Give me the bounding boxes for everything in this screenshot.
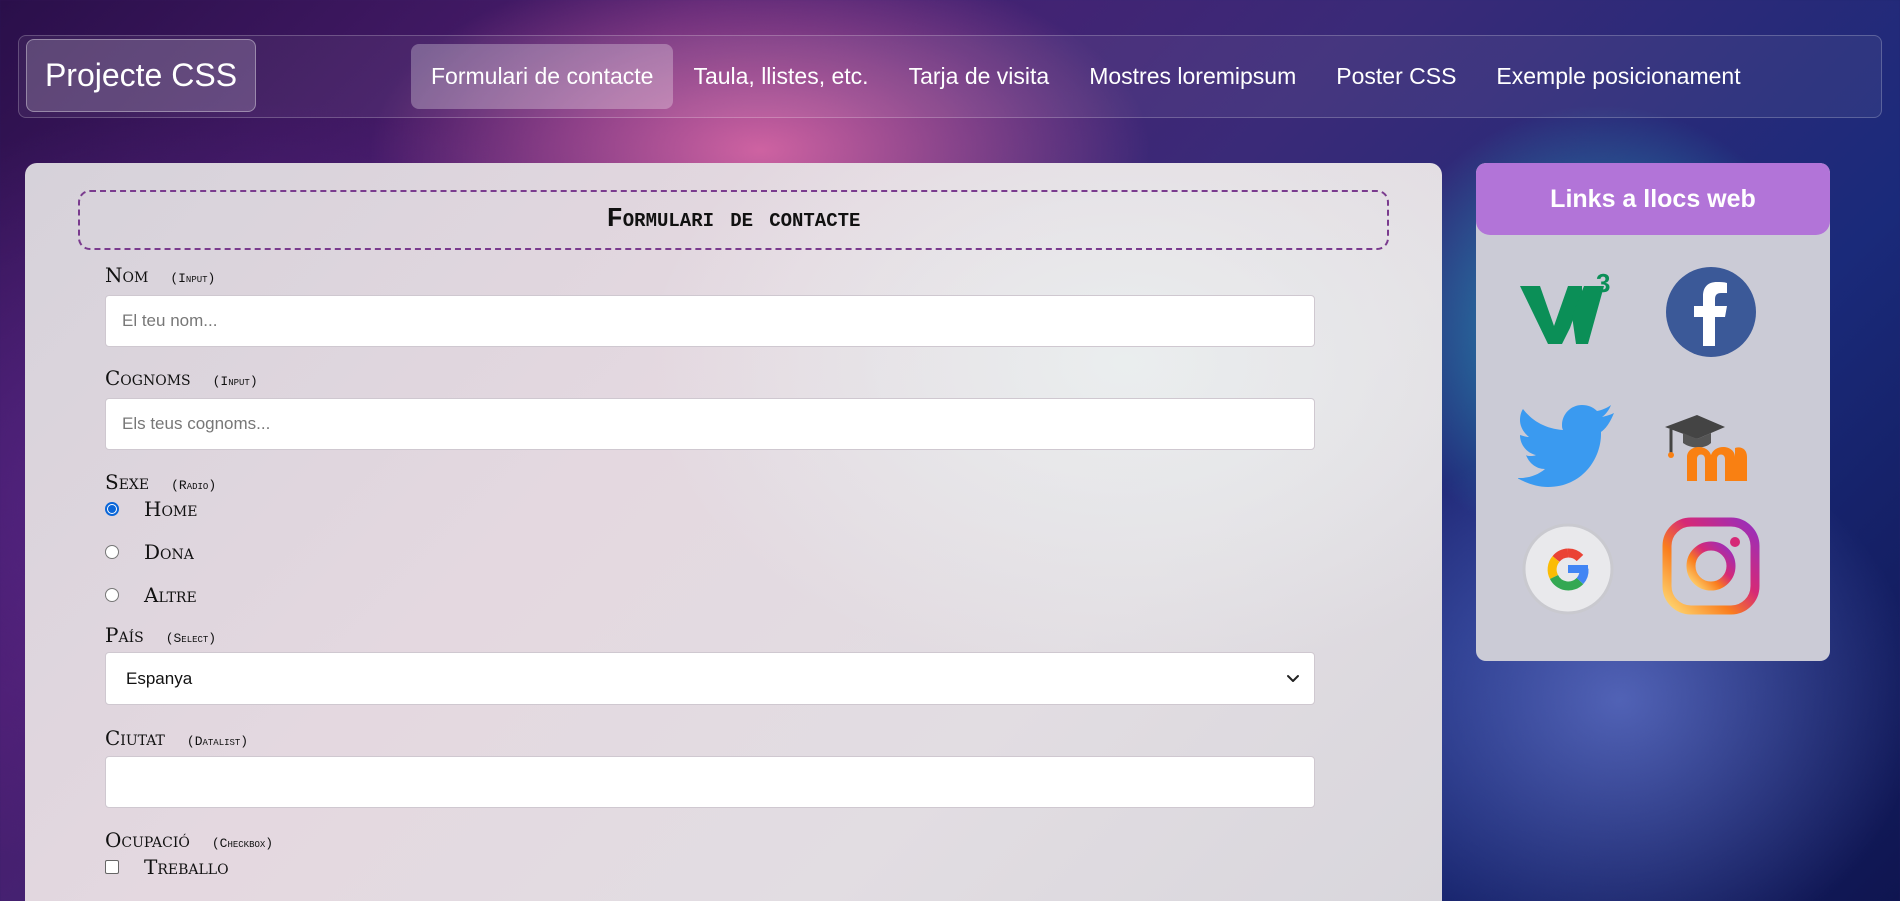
ciutat-label: Ciutat (Datalist) (105, 726, 248, 750)
form-title: Formulari de contacte (78, 190, 1389, 250)
radio-option-altre[interactable]: Altre (105, 583, 197, 607)
radio-label-altre: Altre (144, 583, 197, 607)
w3c-icon: 3 (1520, 268, 1610, 344)
google-link[interactable] (1518, 519, 1618, 619)
pais-select[interactable]: Espanya (105, 652, 1315, 705)
contact-form-card: Formulari de contacte Nom (Input) Cognom… (25, 163, 1442, 901)
facebook-icon (1666, 267, 1756, 357)
twitter-icon (1518, 405, 1614, 487)
ciutat-input[interactable] (105, 756, 1315, 808)
links-card: Links a llocs web 3 (1476, 163, 1830, 661)
nom-label-text: Nom (105, 263, 149, 287)
brand-logo[interactable]: Projecte CSS (26, 39, 256, 112)
chevron-down-icon (1287, 675, 1299, 682)
checkbox-treballo[interactable] (105, 860, 119, 874)
instagram-icon (1662, 517, 1760, 615)
radio-button-dona[interactable] (105, 545, 119, 559)
instagram-link[interactable] (1661, 516, 1761, 616)
cognoms-input[interactable] (105, 398, 1315, 450)
nom-input[interactable] (105, 295, 1315, 347)
checkbox-label-treballo: Treballo (144, 855, 229, 879)
radio-button-home[interactable] (105, 502, 119, 516)
pais-select-value: Espanya (126, 668, 193, 688)
nav-item-taula[interactable]: Taula, llistes, etc. (673, 44, 888, 109)
nav-item-formulari[interactable]: Formulari de contacte (411, 44, 674, 109)
cognoms-label-text: Cognoms (105, 366, 191, 390)
sexe-label-hint: (Radio) (171, 478, 217, 493)
nom-label-hint: (Input) (170, 271, 216, 286)
nav-item-posicionament[interactable]: Exemple posicionament (1476, 44, 1760, 109)
svg-text:3: 3 (1596, 268, 1610, 298)
ciutat-label-text: Ciutat (105, 726, 165, 750)
google-icon (1522, 523, 1614, 615)
radio-label-dona: Dona (144, 540, 194, 564)
moodle-icon (1665, 415, 1747, 481)
nav-item-tarja[interactable]: Tarja de visita (889, 44, 1070, 109)
nav-item-poster[interactable]: Poster CSS (1316, 44, 1476, 109)
radio-button-altre[interactable] (105, 588, 119, 602)
nav-menu: Formulari de contacte Taula, llistes, et… (411, 44, 1761, 109)
pais-label-hint: (Select) (165, 631, 217, 646)
ciutat-label-hint: (Datalist) (186, 734, 249, 749)
checkbox-option-treballo[interactable]: Treballo (105, 855, 229, 879)
ocupacio-label-hint: (Checkbox) (211, 836, 274, 851)
facebook-link[interactable] (1661, 262, 1761, 362)
twitter-link[interactable] (1518, 393, 1618, 493)
cognoms-label: Cognoms (Input) (105, 366, 258, 390)
nom-label: Nom (Input) (105, 263, 215, 287)
radio-option-dona[interactable]: Dona (105, 540, 194, 564)
ocupacio-label-text: Ocupació (105, 828, 190, 852)
cognoms-label-hint: (Input) (212, 374, 258, 389)
w3c-link[interactable]: 3 (1518, 264, 1618, 364)
pais-label-text: País (105, 623, 144, 647)
links-card-title: Links a llocs web (1476, 163, 1830, 235)
sexe-label-text: Sexe (105, 470, 150, 494)
ocupacio-label: Ocupació (Checkbox) (105, 828, 273, 852)
radio-label-home: Home (144, 497, 198, 521)
radio-option-home[interactable]: Home (105, 497, 197, 521)
moodle-link[interactable] (1661, 393, 1761, 493)
pais-label: País (Select) (105, 623, 216, 647)
top-navbar: Projecte CSS Formulari de contacte Taula… (18, 35, 1882, 118)
sexe-label: Sexe (Radio) (105, 470, 216, 494)
nav-item-loremipsum[interactable]: Mostres loremipsum (1069, 44, 1316, 109)
